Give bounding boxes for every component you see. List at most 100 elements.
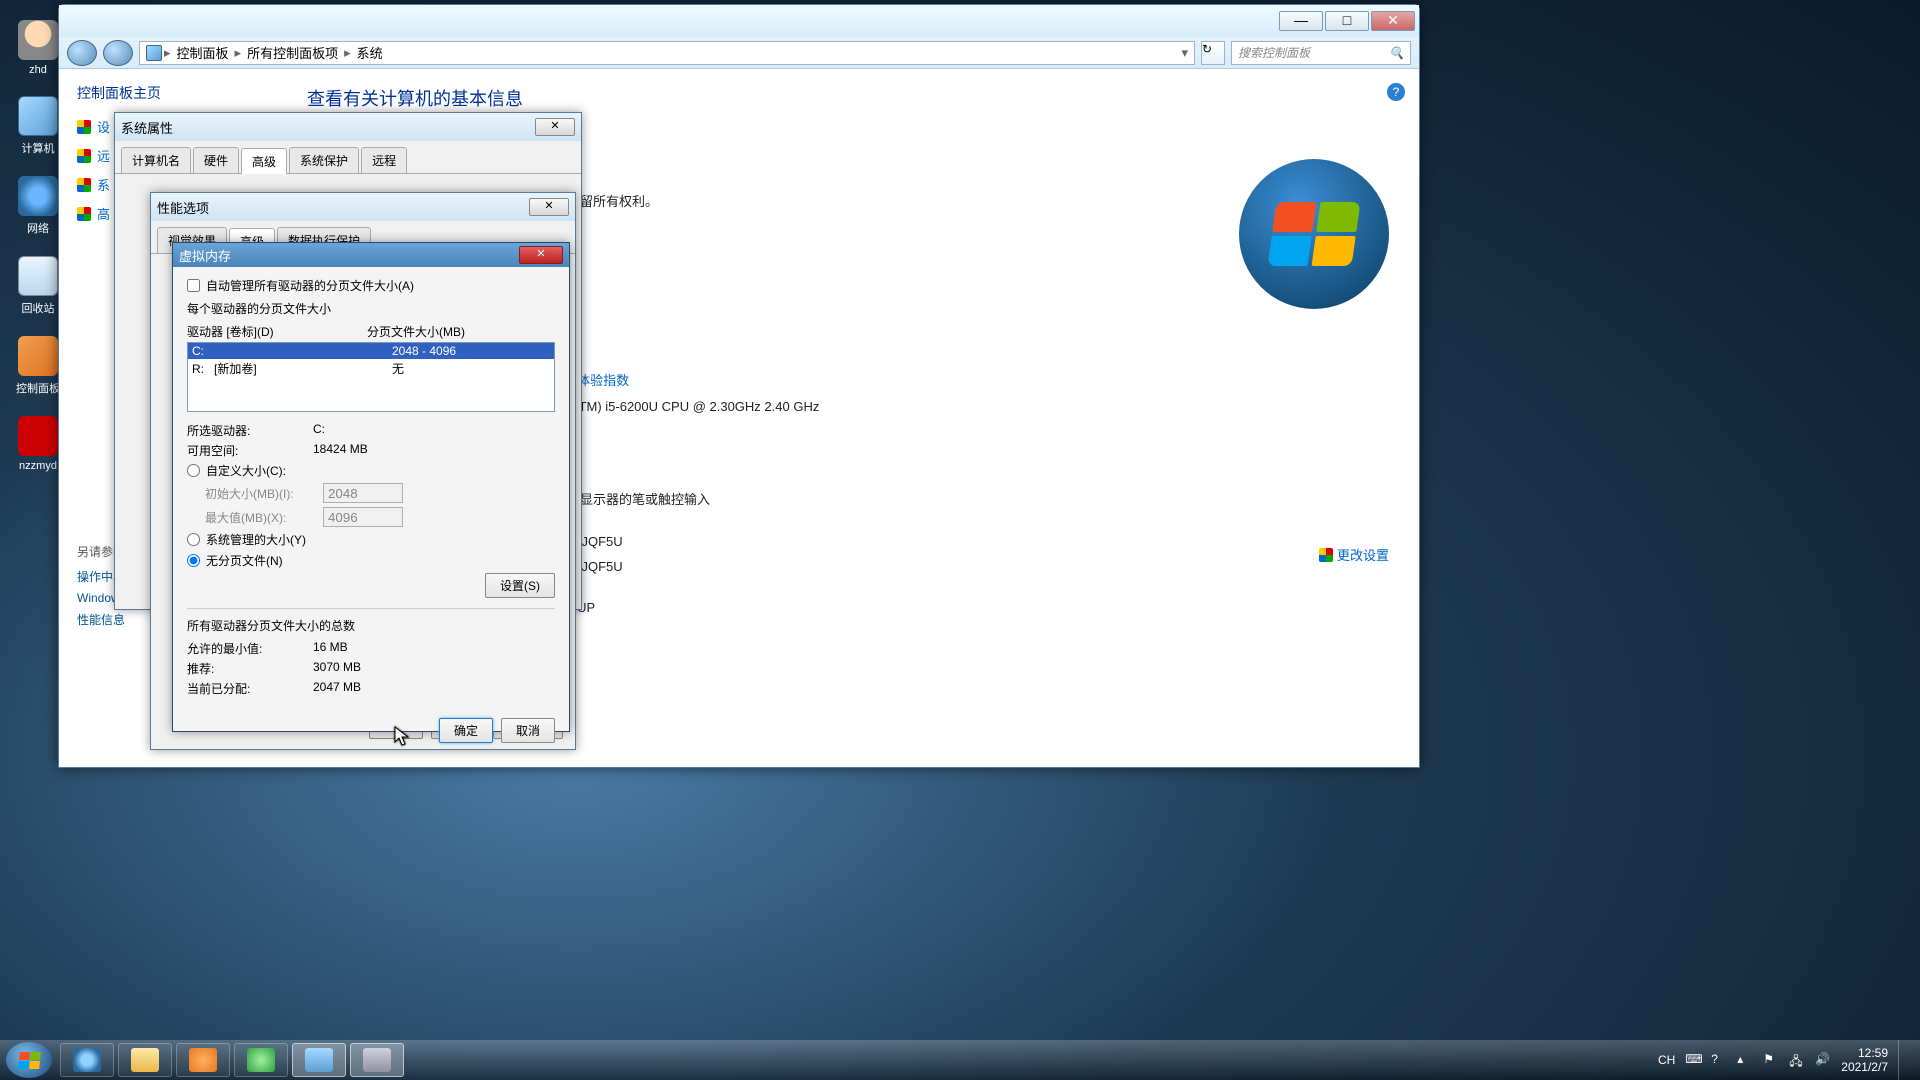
system-managed-label: 系统管理的大小(Y) [206, 531, 306, 548]
totals-section: 所有驱动器分页文件大小的总数 允许的最小值:16 MB 推荐:3070 MB 当… [187, 608, 555, 697]
selected-drive-label: 所选驱动器: [187, 422, 313, 439]
change-settings-link[interactable]: 更改设置 [1319, 545, 1389, 564]
custom-size-label: 自定义大小(C): [206, 462, 286, 479]
help-icon[interactable]: ? [1387, 83, 1405, 101]
flag-icon[interactable]: ⚑ [1763, 1052, 1779, 1068]
set-button[interactable]: 设置(S) [485, 573, 555, 598]
dialog-title: 系统属性 [121, 118, 173, 137]
close-button[interactable]: ✕ [1371, 11, 1415, 31]
language-indicator[interactable]: CH [1658, 1053, 1675, 1067]
minimize-button[interactable]: — [1279, 11, 1323, 31]
custom-size-radio[interactable]: 自定义大小(C): [187, 462, 555, 479]
speaker-icon[interactable]: 🔊 [1815, 1052, 1831, 1068]
clock-date: 2021/2/7 [1841, 1060, 1888, 1074]
current-value: 2047 MB [313, 680, 361, 697]
clock-time: 12:59 [1841, 1046, 1888, 1060]
system-managed-radio-input[interactable] [187, 533, 200, 546]
window-titlebar[interactable]: — □ ✕ [59, 5, 1419, 37]
user-icon [18, 20, 58, 60]
auto-manage-label: 自动管理所有驱动器的分页文件大小(A) [206, 277, 414, 294]
desktop-icon-label: 网络 [27, 220, 49, 236]
computer-icon [18, 96, 58, 136]
forward-button[interactable] [103, 40, 133, 66]
dialog-titlebar[interactable]: 虚拟内存 ✕ [173, 243, 569, 267]
col-size: 分页文件大小(MB) [367, 323, 465, 340]
virtual-memory-dialog: 虚拟内存 ✕ 自动管理所有驱动器的分页文件大小(A) 每个驱动器的分页文件大小 … [172, 242, 570, 732]
close-button[interactable]: ✕ [519, 246, 563, 264]
desktop-icons: zhd 计算机 网络 回收站 控制面板 nzzmyd [14, 20, 62, 472]
breadcrumb-icon [146, 45, 162, 61]
totals-header: 所有驱动器分页文件大小的总数 [187, 617, 555, 634]
no-pagefile-radio[interactable]: 无分页文件(N) [187, 552, 555, 569]
breadcrumb[interactable]: ▸ 控制面板 ▸ 所有控制面板项 ▸ 系统 ▾ [139, 41, 1195, 65]
dialog-titlebar[interactable]: 性能选项 ✕ [151, 193, 575, 221]
crumb-control-panel[interactable]: 控制面板 [173, 43, 233, 62]
tab-computer-name[interactable]: 计算机名 [121, 147, 191, 173]
clock[interactable]: 12:59 2021/2/7 [1841, 1046, 1888, 1074]
desktop-icon-label: zhd [29, 64, 47, 76]
full-name: 62JQF5U [567, 559, 1391, 574]
help-tray-icon[interactable]: ? [1711, 1052, 1727, 1068]
close-button[interactable]: ✕ [535, 118, 575, 136]
back-button[interactable] [67, 40, 97, 66]
dialog-titlebar[interactable]: 系统属性 ✕ [115, 113, 581, 141]
close-button[interactable]: ✕ [529, 198, 569, 216]
desktop-icon-control-panel[interactable]: 控制面板 [14, 336, 62, 396]
cancel-button[interactable]: 取消 [501, 718, 555, 743]
pdf-icon [18, 416, 58, 456]
drive-row-r[interactable]: R: [新加卷] 无 [188, 359, 554, 378]
network-tray-icon[interactable]: 🖧 [1789, 1052, 1805, 1068]
control-panel-icon [18, 336, 58, 376]
desktop-icon-label: 控制面板 [16, 380, 60, 396]
desktop-icon-computer[interactable]: 计算机 [14, 96, 62, 156]
desktop-icon-label: 回收站 [22, 300, 55, 316]
crumb-all-items[interactable]: 所有控制面板项 [243, 43, 342, 62]
taskbar-control-panel[interactable] [292, 1043, 346, 1077]
address-bar: ▸ 控制面板 ▸ 所有控制面板项 ▸ 系统 ▾ ↻ 搜索控制面板 🔍 [59, 37, 1419, 69]
auto-manage-check-input[interactable] [187, 279, 200, 292]
tab-hardware[interactable]: 硬件 [193, 147, 239, 173]
ok-button[interactable]: 确定 [439, 718, 493, 743]
custom-size-radio-input[interactable] [187, 464, 200, 477]
current-label: 当前已分配: [187, 680, 313, 697]
taskbar-ie[interactable] [60, 1043, 114, 1077]
keyboard-icon[interactable]: ⌨ [1685, 1052, 1701, 1068]
system-managed-radio[interactable]: 系统管理的大小(Y) [187, 531, 555, 548]
pen-touch: 此显示器的笔或触控输入 [567, 489, 1391, 508]
desktop-icon-file[interactable]: nzzmyd [14, 416, 62, 472]
drive-row-c[interactable]: C: 2048 - 4096 [188, 343, 554, 359]
chevron-down-icon[interactable]: ▾ [1181, 45, 1188, 61]
chevron-up-icon[interactable]: ▴ [1737, 1052, 1753, 1068]
windows-logo [1239, 159, 1389, 309]
recycle-bin-icon [18, 256, 58, 296]
desktop-icon-recycle[interactable]: 回收站 [14, 256, 62, 316]
start-button[interactable] [6, 1042, 52, 1078]
drive-list[interactable]: C: 2048 - 4096 R: [新加卷] 无 [187, 342, 555, 412]
taskbar-media-player[interactable] [176, 1043, 230, 1077]
crumb-system[interactable]: 系统 [353, 43, 387, 62]
tab-remote[interactable]: 远程 [361, 147, 407, 173]
refresh-button[interactable]: ↻ [1201, 41, 1225, 65]
maximize-button[interactable]: □ [1325, 11, 1369, 31]
tab-protection[interactable]: 系统保护 [289, 147, 359, 173]
no-pagefile-radio-input[interactable] [187, 554, 200, 567]
tab-advanced[interactable]: 高级 [241, 148, 287, 174]
page-title: 查看有关计算机的基本信息 [307, 85, 1391, 111]
experience-index-link[interactable]: 体验指数 [577, 373, 629, 388]
sidebar-item-label: 远 [97, 146, 110, 165]
max-size-input[interactable] [323, 507, 403, 527]
desktop-icon-network[interactable]: 网络 [14, 176, 62, 236]
ie-icon [73, 1048, 101, 1072]
auto-manage-checkbox[interactable]: 自动管理所有驱动器的分页文件大小(A) [187, 277, 555, 294]
initial-size-input[interactable] [323, 483, 403, 503]
computer-name: 62JQF5U [567, 534, 1391, 549]
taskbar-explorer[interactable] [118, 1043, 172, 1077]
no-pagefile-label: 无分页文件(N) [206, 552, 283, 569]
search-input[interactable]: 搜索控制面板 🔍 [1231, 41, 1411, 65]
taskbar-360[interactable] [234, 1043, 288, 1077]
taskbar-system-props[interactable] [350, 1043, 404, 1077]
each-drive-label: 每个驱动器的分页文件大小 [187, 300, 555, 317]
show-desktop-button[interactable] [1898, 1040, 1910, 1080]
desktop-icon-user[interactable]: zhd [14, 20, 62, 76]
dialog-title: 虚拟内存 [179, 246, 231, 265]
